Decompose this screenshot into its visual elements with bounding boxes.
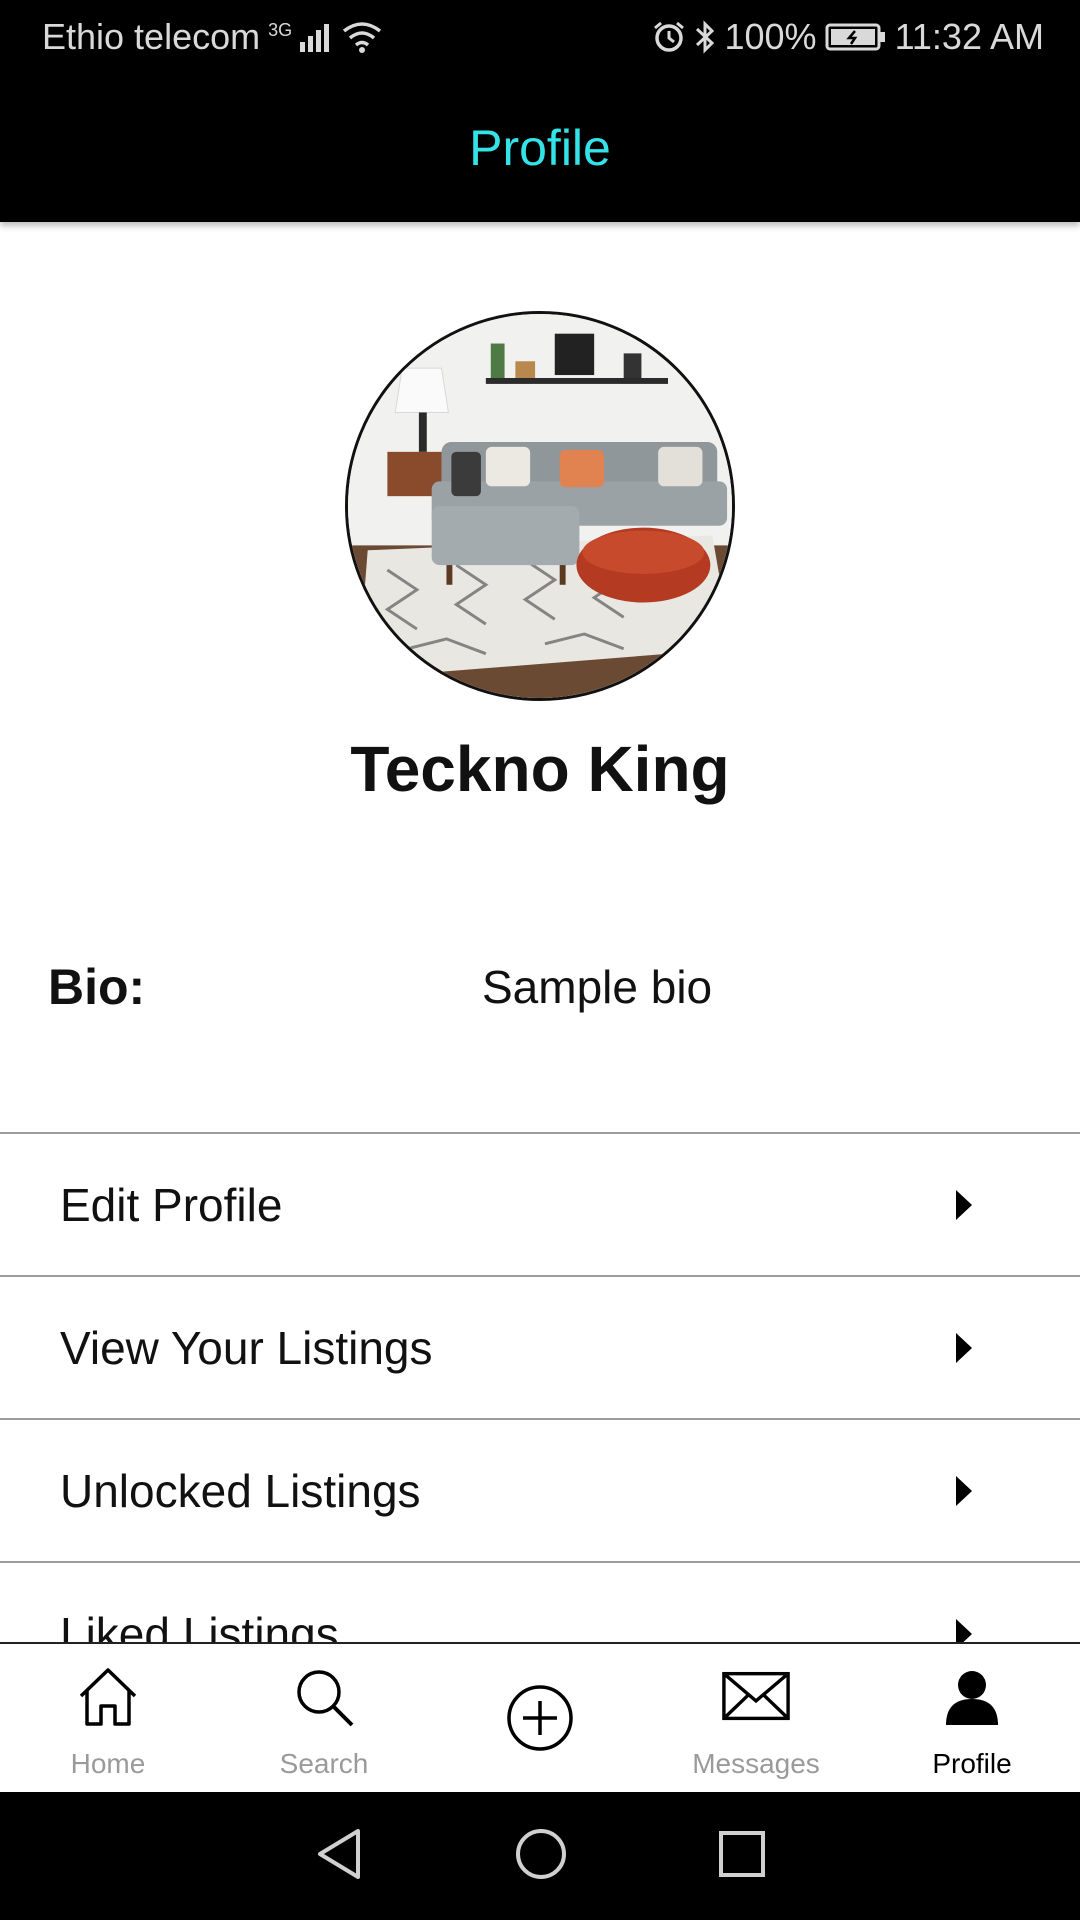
edit-profile-item[interactable]: Edit Profile	[0, 1132, 1080, 1275]
menu-item-label: View Your Listings	[60, 1321, 433, 1374]
avatar[interactable]	[345, 311, 735, 701]
menu-item-label: Unlocked Listings	[60, 1464, 421, 1517]
alarm-icon	[652, 20, 686, 54]
nav-label-messages: Messages	[692, 1748, 820, 1779]
battery-percent: 100%	[724, 16, 817, 57]
nav-messages[interactable]: Messages	[648, 1644, 864, 1792]
user-icon	[937, 1662, 1007, 1732]
system-nav-bar	[0, 1792, 1080, 1920]
nav-profile[interactable]: Profile	[864, 1644, 1080, 1792]
nav-search[interactable]: Search	[216, 1644, 432, 1792]
chevron-right-icon	[956, 1618, 972, 1642]
status-left: Ethio telecom 3G	[42, 16, 382, 58]
nav-add[interactable]	[432, 1644, 648, 1792]
nav-label-home: Home	[70, 1748, 146, 1779]
clock: 11:32 AM	[894, 16, 1044, 57]
bottom-nav: Home Search Messages Profile	[0, 1642, 1080, 1792]
unlocked-listings-item[interactable]: Unlocked Listings	[0, 1418, 1080, 1561]
wifi-icon	[342, 21, 382, 53]
signal-icon	[300, 22, 334, 52]
back-icon[interactable]	[314, 1827, 364, 1886]
page-title: Profile	[469, 120, 611, 176]
view-listings-item[interactable]: View Your Listings	[0, 1275, 1080, 1418]
recents-icon[interactable]	[718, 1830, 766, 1883]
home-circle-icon[interactable]	[514, 1827, 568, 1886]
menu-item-label: Liked Listings	[60, 1607, 339, 1643]
profile-name: Teckno King	[350, 733, 730, 805]
battery-icon	[825, 22, 887, 52]
chevron-right-icon	[956, 1475, 972, 1506]
living-room-photo	[348, 314, 732, 698]
nav-home[interactable]: Home	[0, 1644, 216, 1792]
bluetooth-icon	[694, 20, 716, 54]
status-right: 100% 11:32 AM	[652, 16, 1044, 58]
app-header: Profile	[0, 74, 1080, 222]
chevron-right-icon	[956, 1332, 972, 1363]
nav-label-profile: Profile	[932, 1748, 1012, 1779]
add-circle-icon	[505, 1683, 575, 1753]
profile-menu: Edit Profile View Your Listings Unlocked…	[0, 1132, 1080, 1642]
chevron-right-icon	[956, 1189, 972, 1220]
nav-label-search: Search	[279, 1748, 369, 1779]
home-icon	[73, 1662, 143, 1732]
search-icon	[289, 1662, 359, 1732]
menu-item-label: Edit Profile	[60, 1178, 283, 1231]
liked-listings-item[interactable]: Liked Listings	[0, 1561, 1080, 1642]
carrier-label: Ethio telecom	[42, 16, 261, 57]
mail-icon	[721, 1662, 791, 1732]
bio-text: Sample bio	[482, 961, 713, 1013]
status-bar: Ethio telecom 3G 100% 11:32 AM	[0, 0, 1080, 74]
network-type: 3G	[268, 20, 293, 40]
bio-label: Bio:	[48, 959, 146, 1015]
